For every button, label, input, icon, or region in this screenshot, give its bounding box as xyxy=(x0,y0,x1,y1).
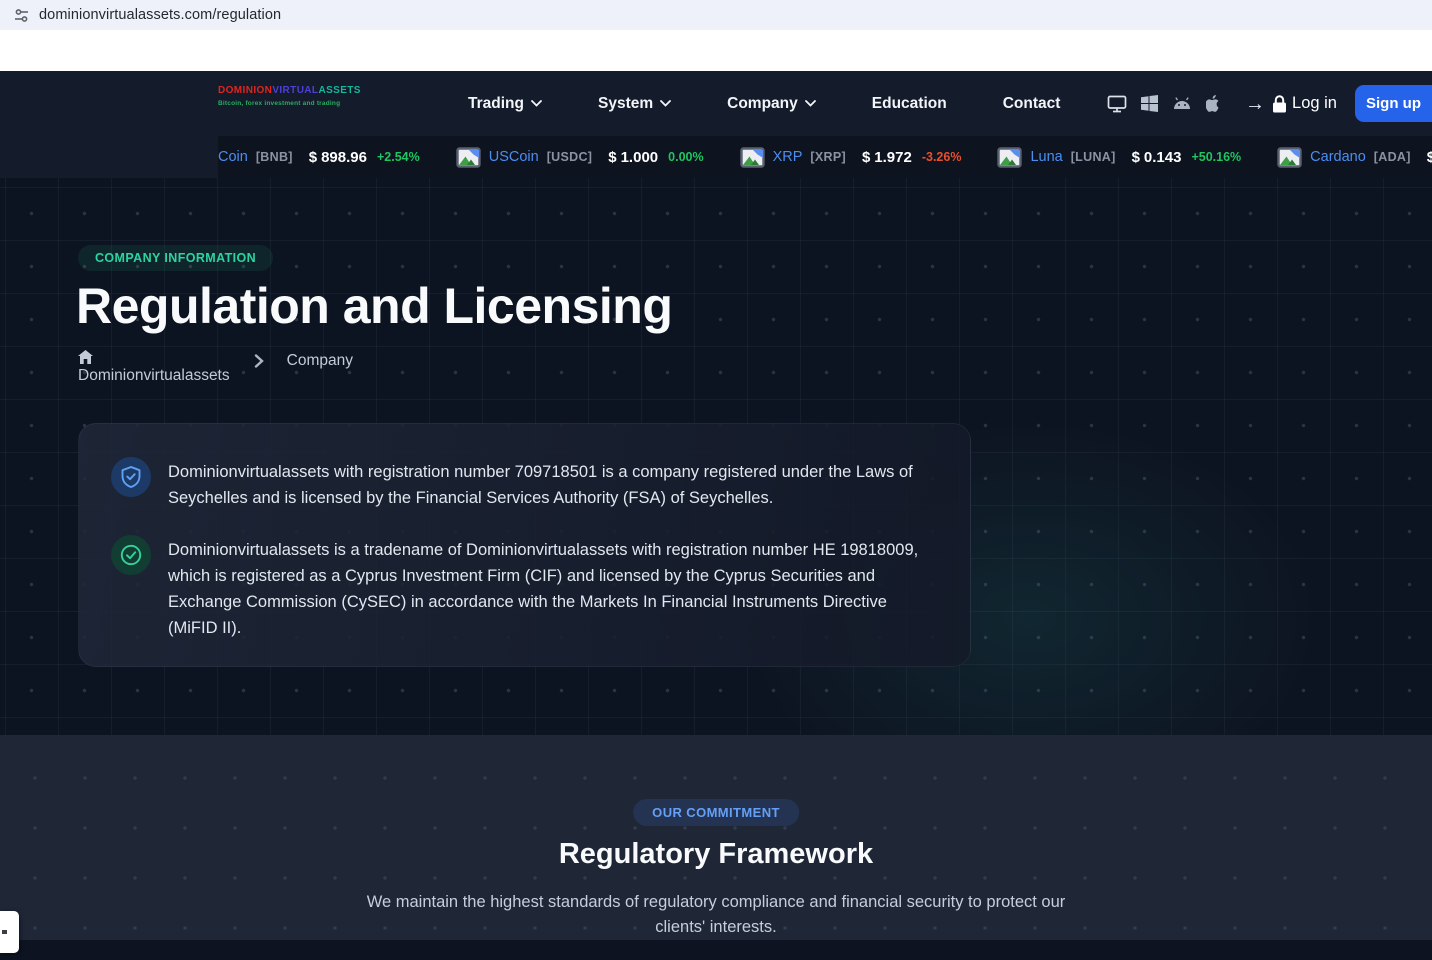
ticker-coin-price: $0.40 xyxy=(1427,149,1432,166)
ticker-coin-symbol: [ADA] xyxy=(1374,150,1411,164)
login-label: Log in xyxy=(1292,94,1337,113)
crypto-ticker-bar: Coin [BNB] $898.96 +2.54% USCoin [USDC] … xyxy=(0,136,1432,178)
ticker-coin-symbol: [XRP] xyxy=(810,150,846,164)
url-text[interactable]: dominionvirtualassets.com/regulation xyxy=(39,7,281,23)
browser-window: dominionvirtualassets.com/regulation DOM… xyxy=(0,0,1432,960)
breadcrumb-separator xyxy=(230,354,287,368)
breadcrumb: Dominionvirtualassets Company xyxy=(78,350,353,385)
chat-widget-partial[interactable] xyxy=(0,911,19,953)
ticker-item-luna: Luna [LUNA] $0.143 +50.16% xyxy=(997,147,1241,168)
ticker-coin-price: $898.96 xyxy=(309,149,367,166)
nav-item-system[interactable]: System xyxy=(598,95,671,113)
ticker-item-xrp: XRP [XRP] $1.972 -3.26% xyxy=(740,147,962,168)
ticker-coin-change: +2.54% xyxy=(377,150,420,164)
ticker-coin-price: $1.972 xyxy=(862,149,912,166)
nav-item-company[interactable]: Company xyxy=(727,95,816,113)
nav-item-education[interactable]: Education xyxy=(872,95,947,113)
desktop-icon[interactable] xyxy=(1107,95,1127,113)
broken-image-icon xyxy=(740,147,765,168)
logo-tagline: Bitcoin, forex investment and trading xyxy=(218,100,361,107)
regulation-text: Dominionvirtualassets is a tradename of … xyxy=(168,535,934,641)
regulation-card: Dominionvirtualassets with registration … xyxy=(78,423,971,667)
chevron-right-icon xyxy=(254,354,264,368)
nav-item-contact[interactable]: Contact xyxy=(1003,95,1061,113)
regulation-item: Dominionvirtualassets is a tradename of … xyxy=(111,535,934,641)
company-information-badge: COMPANY INFORMATION xyxy=(78,245,273,271)
site-navbar: DOMINIONVIRTUALASSETS Bitcoin, forex inv… xyxy=(0,71,1432,136)
ticker-coin-change: 0.00% xyxy=(668,150,703,164)
broken-image-icon xyxy=(1277,147,1302,168)
lock-icon xyxy=(1271,95,1288,113)
breadcrumb-home-label: Dominionvirtualassets xyxy=(78,367,230,385)
broken-image-icon xyxy=(456,147,481,168)
chevron-down-icon xyxy=(660,100,671,107)
chevron-down-icon xyxy=(531,100,542,107)
page-title: Regulation and Licensing xyxy=(76,278,672,334)
signup-button[interactable]: Sign up xyxy=(1355,85,1432,122)
our-commitment-badge: OUR COMMITMENT xyxy=(633,799,799,826)
commitment-description: We maintain the highest standards of reg… xyxy=(366,890,1066,940)
ticker-coin-price: $0.143 xyxy=(1132,149,1182,166)
arrow-right-icon: → xyxy=(1245,94,1265,114)
ticker-item-usdc: USCoin [USDC] $1.000 0.00% xyxy=(456,147,704,168)
ticker-coin-name[interactable]: Coin xyxy=(218,149,248,165)
ticker-track: Coin [BNB] $898.96 +2.54% USCoin [USDC] … xyxy=(218,136,1432,178)
login-link[interactable]: → Log in xyxy=(1245,94,1337,114)
shield-check-icon xyxy=(111,457,151,497)
windows-icon[interactable] xyxy=(1141,95,1158,112)
platform-icons xyxy=(1107,95,1221,113)
navbar-right: → Log in Sign up xyxy=(1107,71,1432,136)
breadcrumb-home-link[interactable]: Dominionvirtualassets xyxy=(78,350,230,385)
breadcrumb-current: Company xyxy=(287,352,353,370)
nav-item-trading[interactable]: Trading xyxy=(468,95,542,113)
check-circle-icon xyxy=(111,535,151,575)
next-section-edge xyxy=(0,940,1432,960)
main-nav: Trading System Company Education Contact xyxy=(468,71,1060,136)
ticker-coin-change: +50.16% xyxy=(1191,150,1241,164)
apple-icon[interactable] xyxy=(1206,95,1221,113)
ticker-coin-change: -3.26% xyxy=(922,150,962,164)
broken-image-icon xyxy=(997,147,1022,168)
ticker-coin-name[interactable]: USCoin xyxy=(489,149,539,165)
browser-url-bar[interactable]: dominionvirtualassets.com/regulation xyxy=(0,0,1432,30)
home-icon xyxy=(78,350,93,364)
regulation-item: Dominionvirtualassets with registration … xyxy=(111,457,934,511)
ticker-coin-name[interactable]: XRP xyxy=(773,149,803,165)
commitment-title: Regulatory Framework xyxy=(0,838,1432,871)
ticker-coin-price: $1.000 xyxy=(608,149,658,166)
ticker-coin-name[interactable]: Cardano xyxy=(1310,149,1366,165)
regulation-text: Dominionvirtualassets with registration … xyxy=(168,457,934,511)
ticker-item-bnb: Coin [BNB] $898.96 +2.54% xyxy=(218,149,420,166)
ticker-coin-name[interactable]: Luna xyxy=(1030,149,1062,165)
commitment-section: OUR COMMITMENT Regulatory Framework We m… xyxy=(0,735,1432,940)
site-logo[interactable]: DOMINIONVIRTUALASSETS Bitcoin, forex inv… xyxy=(218,85,361,107)
tune-icon[interactable] xyxy=(13,7,30,24)
logo-text: DOMINIONVIRTUALASSETS xyxy=(218,85,361,97)
ticker-coin-symbol: [LUNA] xyxy=(1071,150,1116,164)
hero-section: COMPANY INFORMATION Regulation and Licen… xyxy=(0,178,1432,735)
chat-widget-icon xyxy=(2,930,7,934)
page-top-whitespace xyxy=(0,30,1432,71)
ticker-coin-symbol: [BNB] xyxy=(256,150,293,164)
ticker-item-ada: Cardano [ADA] $0.40 -3.67% xyxy=(1277,147,1432,168)
ticker-coin-symbol: [USDC] xyxy=(547,150,593,164)
android-icon[interactable] xyxy=(1172,97,1192,110)
chevron-down-icon xyxy=(805,100,816,107)
